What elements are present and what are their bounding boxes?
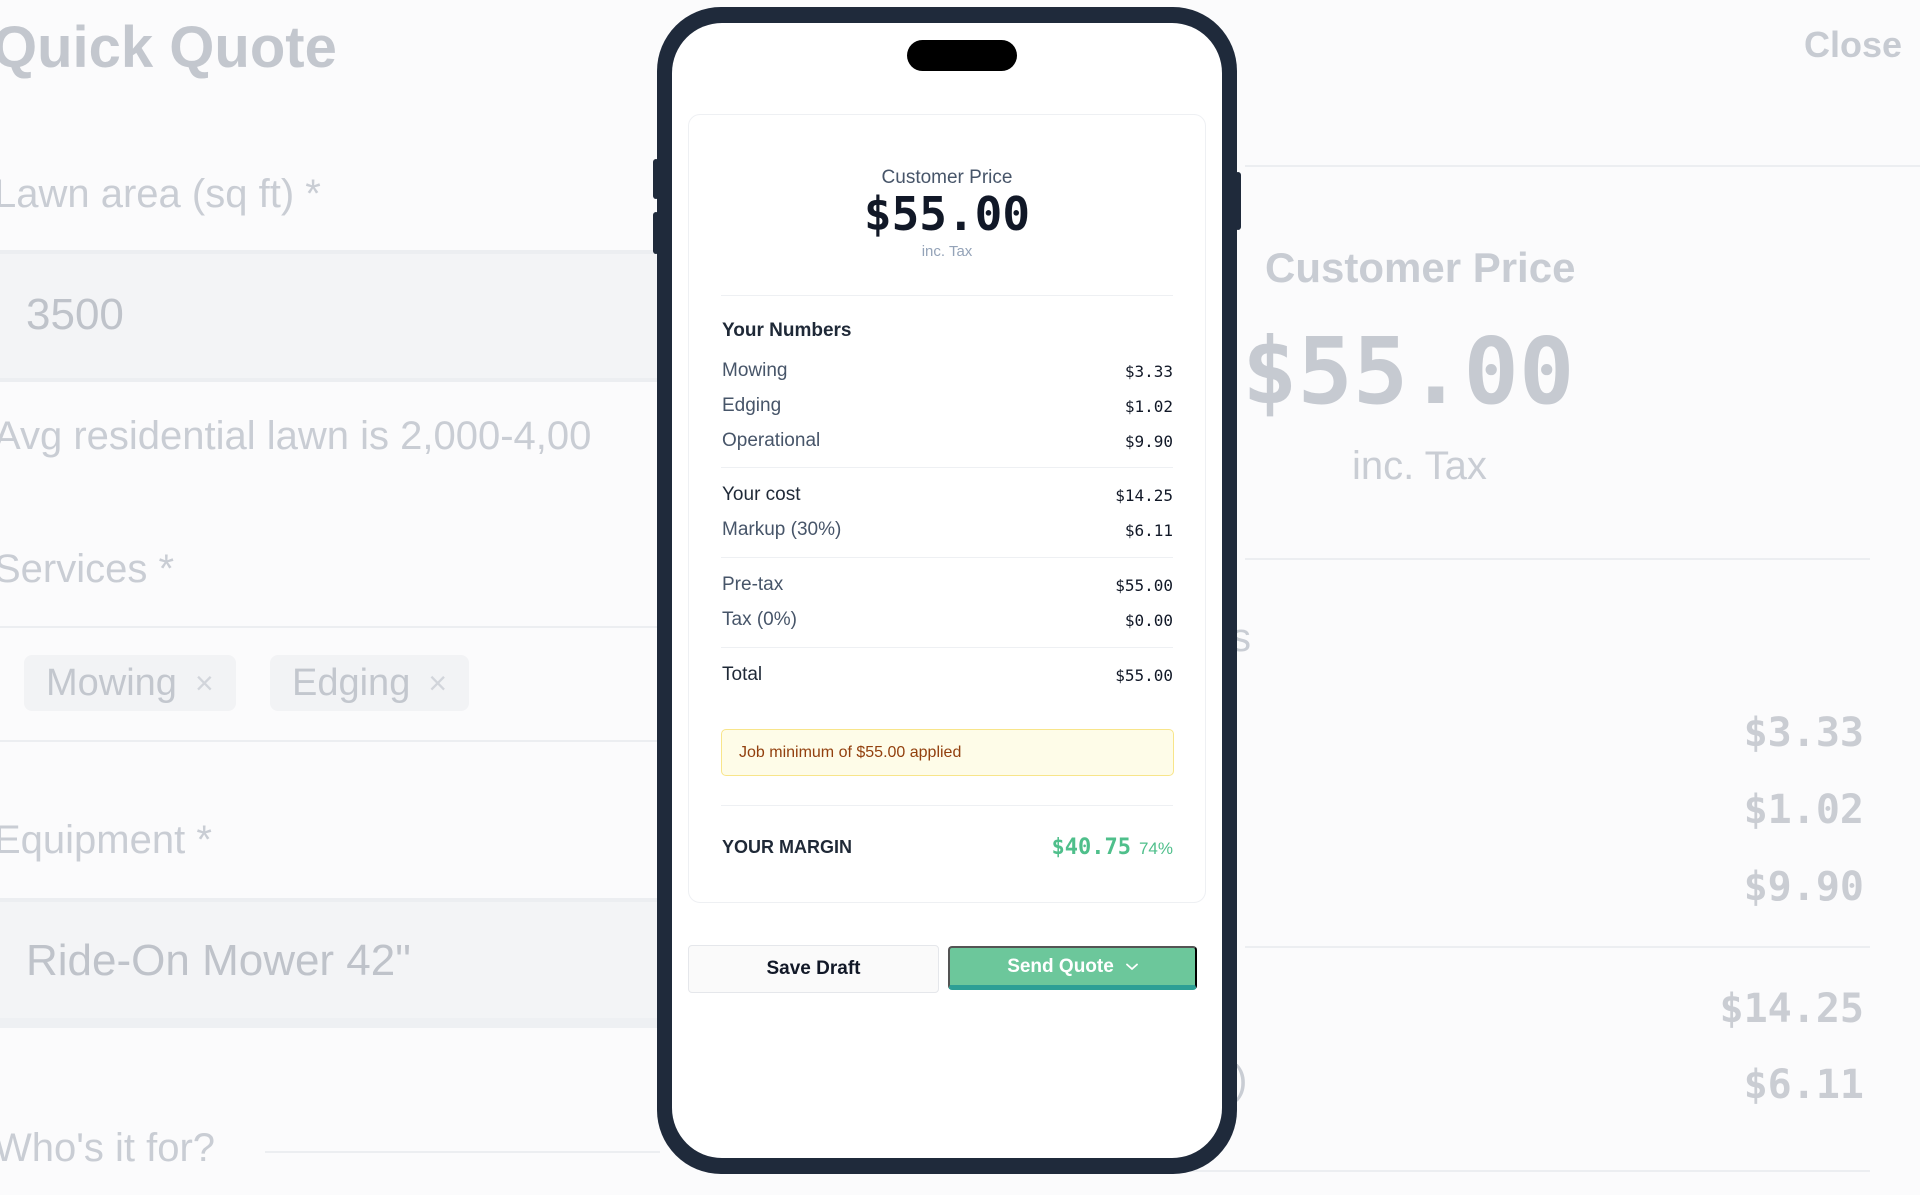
cost-row-edging: Edging $1.02 xyxy=(722,394,1173,418)
row-value: $1.02 xyxy=(1124,396,1173,416)
save-draft-button[interactable]: Save Draft xyxy=(688,945,939,993)
row-value: $55.00 xyxy=(1115,575,1173,595)
total-row: Total $55.00 xyxy=(722,663,1173,687)
equipment-value: Ride-On Mower 42" xyxy=(26,936,411,985)
row-value: $0.00 xyxy=(1124,610,1173,630)
cost-row-operational: Operational $9.90 xyxy=(722,429,1173,453)
divider xyxy=(1245,558,1870,560)
job-minimum-notice: Job minimum of $55.00 applied xyxy=(721,729,1174,776)
row-label: Pre-tax xyxy=(722,574,784,595)
margin-label: YOUR MARGIN xyxy=(722,837,852,857)
right-value: $3.33 xyxy=(1743,710,1864,756)
service-chip-label: Mowing xyxy=(46,661,177,704)
send-quote-label: Send Quote xyxy=(1007,955,1114,977)
tax-row: Tax (0%) $0.00 xyxy=(722,608,1173,632)
service-chip-label: Edging xyxy=(292,661,411,704)
right-value: $1.02 xyxy=(1743,787,1864,833)
divider xyxy=(0,1018,660,1028)
row-label: Edging xyxy=(722,395,782,416)
your-cost-row: Your cost $14.25 xyxy=(722,483,1173,507)
divider xyxy=(721,647,1173,648)
remove-icon[interactable]: × xyxy=(195,665,214,702)
row-value: $55.00 xyxy=(1115,665,1173,685)
row-label: Mowing xyxy=(722,360,788,381)
pretax-row: Pre-tax $55.00 xyxy=(722,573,1173,597)
close-button[interactable]: Close xyxy=(1804,24,1902,66)
divider xyxy=(721,557,1173,558)
customer-label: Who's it for? xyxy=(0,1126,216,1170)
phone-power-button xyxy=(1235,172,1241,230)
right-price-label: Customer Price xyxy=(1265,244,1576,291)
margin-percent: 74% xyxy=(1138,839,1173,858)
quote-summary-card: Customer Price $55.00 inc. Tax Your Numb… xyxy=(688,114,1206,903)
right-value: $9.90 xyxy=(1743,864,1864,910)
row-label: Your cost xyxy=(722,484,801,505)
your-numbers-title: Your Numbers xyxy=(722,320,852,341)
customer-price-label: Customer Price xyxy=(881,167,1013,188)
cost-row-mowing: Mowing $3.33 xyxy=(722,359,1173,383)
phone-side-button xyxy=(653,159,659,199)
divider xyxy=(0,626,660,628)
margin-value: $40.75 xyxy=(1051,835,1131,860)
row-label: Markup (30%) xyxy=(722,519,842,540)
phone-screen: Customer Price $55.00 inc. Tax Your Numb… xyxy=(672,23,1222,1158)
right-price: $55.00 xyxy=(1242,318,1575,425)
row-value: $14.25 xyxy=(1115,485,1173,505)
lawn-area-value: 3500 xyxy=(26,290,124,339)
margin-row: YOUR MARGIN $40.75 74% xyxy=(722,835,1173,860)
divider xyxy=(0,740,660,742)
equipment-select[interactable]: Ride-On Mower 42" xyxy=(0,898,662,1024)
divider xyxy=(265,1151,660,1153)
right-value: $6.11 xyxy=(1743,1062,1864,1108)
send-quote-button[interactable]: Send Quote xyxy=(948,946,1197,990)
lawn-hint: Avg residential lawn is 2,000-4,00 xyxy=(0,414,592,458)
notice-text: Job minimum of $55.00 applied xyxy=(739,743,962,761)
divider xyxy=(721,295,1173,296)
divider xyxy=(721,805,1173,806)
remove-icon[interactable]: × xyxy=(428,665,447,702)
services-label: Services * xyxy=(0,547,175,591)
row-value: $6.11 xyxy=(1124,520,1173,540)
page-title: Quick Quote xyxy=(0,15,337,80)
customer-price: $55.00 xyxy=(863,187,1031,241)
service-chip-edging[interactable]: Edging × xyxy=(270,655,470,711)
right-value: $14.25 xyxy=(1719,986,1865,1032)
divider xyxy=(721,467,1173,468)
equipment-label: Equipment * xyxy=(0,818,212,862)
row-label: Operational xyxy=(722,430,821,451)
row-label: Total xyxy=(722,664,763,685)
divider xyxy=(1245,946,1870,948)
phone-frame: Customer Price $55.00 inc. Tax Your Numb… xyxy=(653,7,1241,1174)
markup-row: Markup (30%) $6.11 xyxy=(722,518,1173,542)
dynamic-island xyxy=(907,40,1017,71)
lawn-area-input[interactable]: 3500 xyxy=(0,250,662,382)
row-value: $9.90 xyxy=(1124,431,1173,451)
row-label: Tax (0%) xyxy=(722,609,797,630)
phone-side-button xyxy=(653,212,659,254)
lawn-area-label: Lawn area (sq ft) * xyxy=(0,172,321,216)
divider xyxy=(1245,165,1920,167)
price-tax-note: inc. Tax xyxy=(921,243,973,260)
right-price-sub: inc. Tax xyxy=(1352,444,1487,488)
service-chip-mowing[interactable]: Mowing × xyxy=(24,655,236,711)
margin-values: $40.75 74% xyxy=(1051,835,1173,860)
row-value: $3.33 xyxy=(1124,361,1173,381)
chevron-down-icon xyxy=(1125,963,1138,970)
